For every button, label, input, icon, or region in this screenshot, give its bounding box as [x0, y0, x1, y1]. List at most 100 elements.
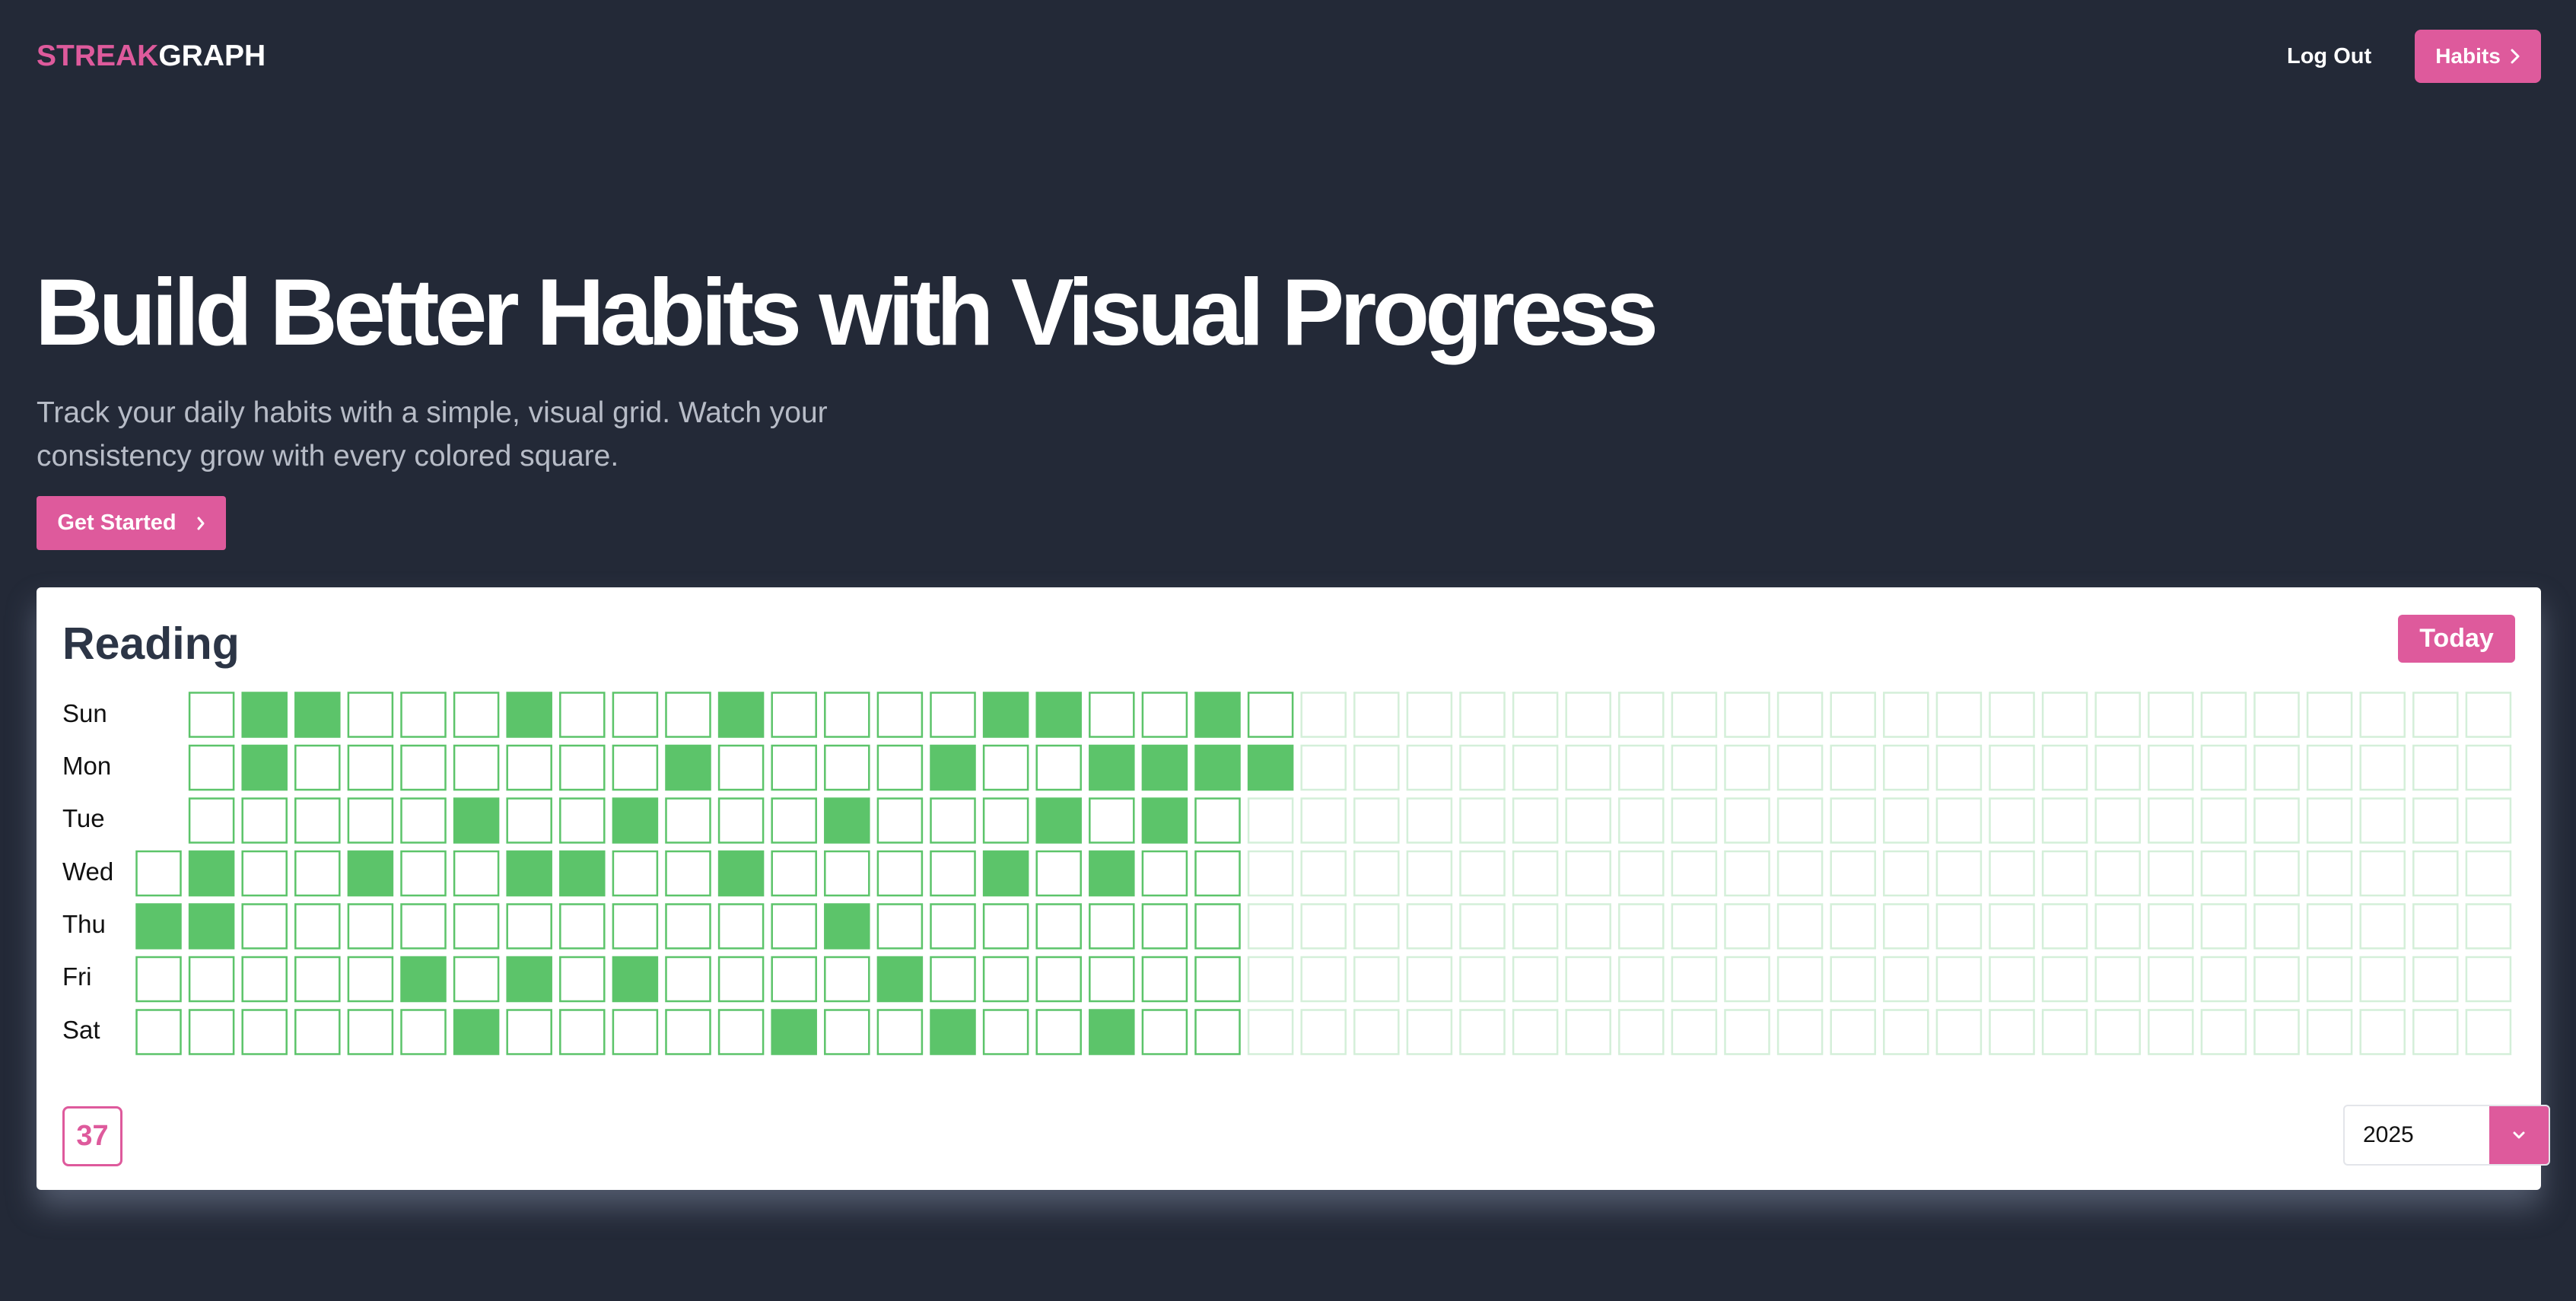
grid-cell-empty[interactable] — [294, 797, 341, 844]
grid-cell-empty[interactable] — [612, 744, 659, 791]
grid-cell-future[interactable] — [2359, 903, 2406, 950]
grid-cell-future[interactable] — [1776, 850, 1824, 897]
grid-cell-future[interactable] — [2148, 692, 2194, 738]
grid-cell-empty[interactable] — [1035, 850, 1082, 897]
grid-cell-empty[interactable] — [771, 797, 817, 844]
grid-cell-future[interactable] — [1353, 956, 1400, 1003]
grid-cell-completed[interactable] — [294, 692, 341, 738]
grid-cell-future[interactable] — [1459, 903, 1506, 950]
grid-cell-empty[interactable] — [665, 850, 711, 897]
grid-cell-future[interactable] — [1935, 744, 1983, 791]
habits-button[interactable]: Habits — [2415, 30, 2541, 83]
grid-cell-empty[interactable] — [294, 744, 341, 791]
grid-cell-future[interactable] — [1671, 692, 1718, 738]
grid-cell-empty[interactable] — [400, 744, 447, 791]
grid-cell-future[interactable] — [1300, 956, 1347, 1003]
grid-cell-future[interactable] — [1247, 903, 1294, 950]
grid-cell-empty[interactable] — [930, 850, 976, 897]
grid-cell-completed[interactable] — [1141, 744, 1188, 791]
grid-cell-empty[interactable] — [1194, 903, 1241, 950]
grid-cell-future[interactable] — [1830, 744, 1876, 791]
grid-cell-future[interactable] — [2412, 850, 2459, 897]
grid-cell-future[interactable] — [1935, 850, 1983, 897]
grid-cell-completed[interactable] — [930, 744, 976, 791]
grid-cell-future[interactable] — [1883, 692, 1929, 738]
grid-cell-completed[interactable] — [824, 903, 870, 950]
grid-cell-empty[interactable] — [982, 1009, 1029, 1055]
grid-cell-future[interactable] — [1300, 744, 1347, 791]
grid-cell-future[interactable] — [1724, 797, 1770, 844]
grid-cell-empty[interactable] — [771, 850, 817, 897]
grid-cell-empty[interactable] — [771, 744, 817, 791]
grid-cell-future[interactable] — [1671, 903, 1718, 950]
grid-cell-future[interactable] — [1406, 797, 1453, 844]
grid-cell-completed[interactable] — [824, 797, 870, 844]
grid-cell-empty[interactable] — [294, 956, 341, 1003]
grid-cell-future[interactable] — [1406, 850, 1453, 897]
grid-cell-empty[interactable] — [1141, 956, 1188, 1003]
grid-cell-future[interactable] — [1353, 850, 1400, 897]
grid-cell-empty[interactable] — [559, 692, 606, 738]
grid-cell-empty[interactable] — [612, 1009, 659, 1055]
grid-cell-empty[interactable] — [559, 1009, 606, 1055]
grid-cell-empty[interactable] — [876, 1009, 924, 1055]
grid-cell-future[interactable] — [2253, 850, 2300, 897]
grid-cell-empty[interactable] — [1141, 850, 1188, 897]
grid-cell-future[interactable] — [2200, 744, 2247, 791]
grid-cell-future[interactable] — [2200, 956, 2247, 1003]
grid-cell-future[interactable] — [1989, 692, 2035, 738]
grid-cell-future[interactable] — [1724, 1009, 1770, 1055]
grid-cell-empty[interactable] — [559, 956, 606, 1003]
grid-cell-future[interactable] — [1724, 744, 1770, 791]
grid-cell-future[interactable] — [1565, 797, 1611, 844]
grid-cell-empty[interactable] — [294, 1009, 341, 1055]
grid-cell-future[interactable] — [1512, 797, 1559, 844]
grid-cell-completed[interactable] — [930, 1009, 976, 1055]
grid-cell-future[interactable] — [1300, 850, 1347, 897]
grid-cell-empty[interactable] — [506, 797, 552, 844]
grid-cell-empty[interactable] — [1089, 903, 1135, 950]
grid-cell-future[interactable] — [2253, 797, 2300, 844]
grid-cell-empty[interactable] — [347, 956, 394, 1003]
grid-cell-future[interactable] — [2306, 692, 2353, 738]
grid-cell-future[interactable] — [1512, 903, 1559, 950]
grid-cell-future[interactable] — [1459, 797, 1506, 844]
grid-cell-empty[interactable] — [188, 956, 235, 1003]
grid-cell-empty[interactable] — [453, 850, 500, 897]
grid-cell-empty[interactable] — [717, 903, 765, 950]
grid-cell-future[interactable] — [2465, 1009, 2512, 1055]
grid-cell-future[interactable] — [1830, 956, 1876, 1003]
grid-cell-completed[interactable] — [1247, 744, 1294, 791]
grid-cell-empty[interactable] — [347, 1009, 394, 1055]
grid-cell-future[interactable] — [1512, 692, 1559, 738]
grid-cell-future[interactable] — [1512, 1009, 1559, 1055]
grid-cell-empty[interactable] — [241, 903, 288, 950]
grid-cell-future[interactable] — [1565, 956, 1611, 1003]
grid-cell-completed[interactable] — [1194, 692, 1241, 738]
grid-cell-future[interactable] — [2465, 797, 2512, 844]
grid-cell-future[interactable] — [2359, 850, 2406, 897]
grid-cell-future[interactable] — [1247, 850, 1294, 897]
grid-cell-empty[interactable] — [347, 797, 394, 844]
grid-cell-empty[interactable] — [824, 850, 870, 897]
grid-cell-completed[interactable] — [1141, 797, 1188, 844]
grid-cell-future[interactable] — [1724, 903, 1770, 950]
grid-cell-future[interactable] — [2359, 1009, 2406, 1055]
grid-cell-future[interactable] — [1512, 956, 1559, 1003]
grid-cell-future[interactable] — [1989, 797, 2035, 844]
grid-cell-future[interactable] — [1883, 903, 1929, 950]
grid-cell-completed[interactable] — [612, 956, 659, 1003]
grid-cell-empty[interactable] — [400, 903, 447, 950]
grid-cell-future[interactable] — [2094, 1009, 2141, 1055]
grid-cell-empty[interactable] — [612, 850, 659, 897]
grid-cell-empty[interactable] — [665, 797, 711, 844]
grid-cell-future[interactable] — [1459, 850, 1506, 897]
grid-cell-empty[interactable] — [717, 1009, 765, 1055]
grid-cell-completed[interactable] — [506, 850, 552, 897]
grid-cell-future[interactable] — [1406, 1009, 1453, 1055]
grid-cell-future[interactable] — [2359, 744, 2406, 791]
grid-cell-empty[interactable] — [717, 956, 765, 1003]
grid-cell-completed[interactable] — [612, 797, 659, 844]
grid-cell-empty[interactable] — [1141, 903, 1188, 950]
grid-cell-future[interactable] — [1671, 956, 1718, 1003]
